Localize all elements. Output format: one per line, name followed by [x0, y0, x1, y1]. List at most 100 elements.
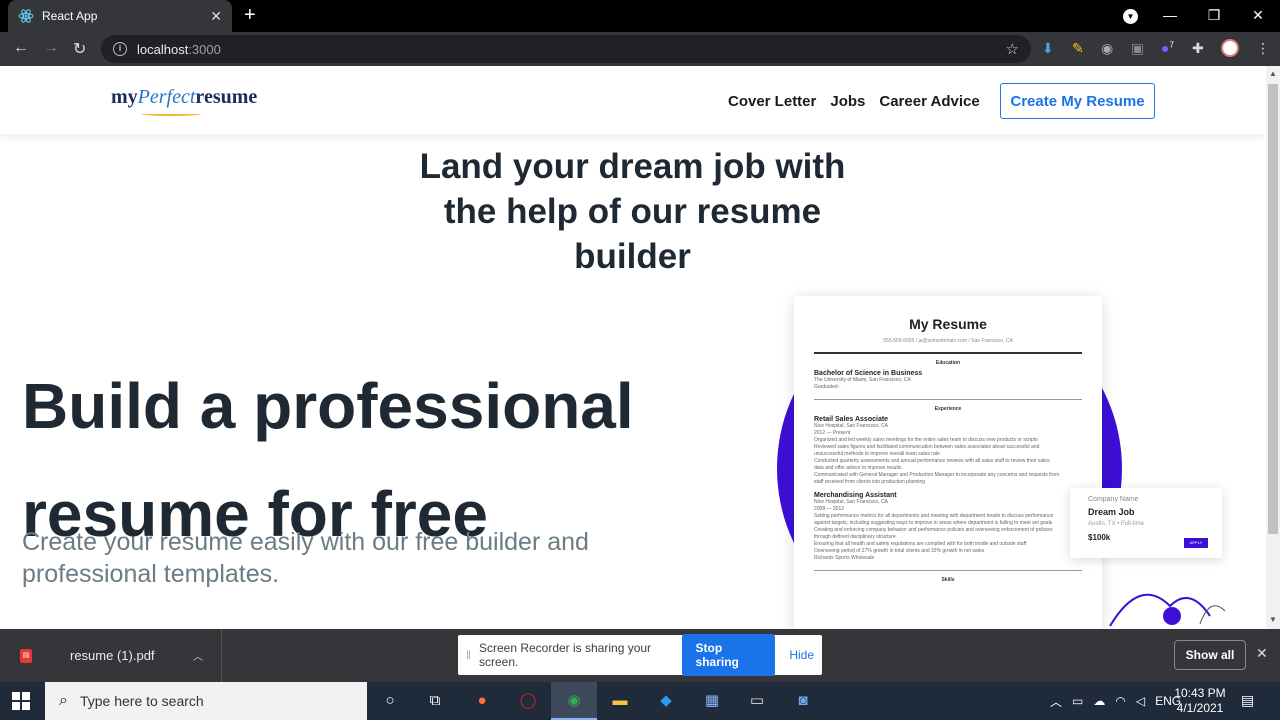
download-extension-icon[interactable]: ⬇	[1042, 40, 1054, 57]
hero-heading: Land your dream job with the help of our…	[419, 147, 846, 276]
degree: Bachelor of Science in Business	[814, 370, 923, 377]
main-nav: Cover Letter Jobs Career Advice	[728, 93, 980, 110]
bookmark-star-icon[interactable]: ☆	[1006, 40, 1019, 58]
browser-toolbar: ← → ↻ i localhost:3000 ☆	[0, 32, 1280, 66]
volume-icon[interactable]: ◁	[1136, 694, 1145, 708]
wifi-icon[interactable]: ◠	[1115, 694, 1125, 708]
job1-dates: 2012 — Present	[814, 430, 851, 436]
back-icon[interactable]: ←	[13, 39, 29, 57]
highlighter-extension-icon[interactable]: ✎	[1072, 40, 1084, 57]
logo-perfect: Perfect	[137, 86, 196, 108]
job2-line: Setting performance metrics for all depa…	[814, 513, 1054, 519]
vscode-icon[interactable]: ◆	[655, 690, 677, 712]
extension-badge: 7	[1169, 40, 1174, 50]
notifications-icon[interactable]: ▤	[1241, 692, 1254, 709]
minimize-icon[interactable]: —	[1148, 0, 1192, 32]
nav-career-advice[interactable]: Career Advice	[879, 93, 979, 110]
job1-line: unsuccessful methods to improve overall …	[814, 451, 940, 457]
job-title: Dream Job	[1088, 507, 1135, 517]
site-info-icon[interactable]: i	[113, 42, 127, 56]
camera-extension-icon[interactable]: ◉	[1101, 40, 1113, 57]
cloud-icon[interactable]: ☁	[1093, 694, 1105, 708]
graduated: Graduated -	[814, 384, 841, 390]
battery-icon[interactable]: ▭	[1072, 694, 1083, 708]
divider	[814, 399, 1082, 400]
react-icon	[18, 9, 34, 23]
screen-share-notice: ‖ Screen Recorder is sharing your screen…	[458, 634, 822, 676]
address-bar[interactable]: i localhost:3000 ☆	[101, 35, 1031, 63]
calculator-icon[interactable]: ▦	[701, 690, 723, 712]
job1-title: Retail Sales Associate	[814, 416, 889, 423]
nav-jobs[interactable]: Jobs	[830, 93, 865, 110]
site-header: myPerfectresume Cover Letter Jobs Career…	[0, 66, 1266, 134]
download-item[interactable]: ▤ resume (1).pdf ︿	[0, 629, 222, 682]
restore-icon[interactable]: ❐	[1192, 0, 1236, 32]
extensions-puzzle-icon[interactable]: ✚	[1192, 40, 1204, 57]
job2-line: Creating and enforcing company behavior …	[814, 527, 1053, 533]
create-resume-button[interactable]: Create My Resume	[1000, 83, 1155, 119]
divider	[814, 352, 1082, 354]
window-controls: — ❐ ✕	[1148, 0, 1280, 32]
site-logo[interactable]: myPerfectresume	[111, 86, 258, 116]
forward-icon[interactable]: →	[43, 39, 59, 57]
more-menu-icon[interactable]: ⋮	[1256, 40, 1270, 57]
job1-line: Communicated with General Manager and Pr…	[814, 472, 1060, 478]
tab-search-icon[interactable]: ▼	[1123, 9, 1138, 24]
close-window-icon[interactable]: ✕	[1236, 0, 1280, 32]
firefox-icon[interactable]: ●	[471, 690, 493, 712]
opera-icon[interactable]: ◯	[517, 690, 539, 712]
share-text: Screen Recorder is sharing your screen.	[478, 641, 652, 669]
job1-line: staff received from clients into product…	[814, 479, 926, 485]
logo-swoosh	[141, 112, 201, 116]
job2-line: Ensuring that all health and safety regu…	[814, 541, 1027, 547]
clock[interactable]: 10:43 PM 4/1/2021	[1170, 686, 1230, 716]
job2-dates: 2008 — 2012	[814, 506, 845, 512]
nav-cover-letter[interactable]: Cover Letter	[728, 93, 816, 110]
reload-icon[interactable]: ↻	[73, 39, 86, 59]
stop-sharing-button[interactable]: Stop sharing	[681, 634, 776, 676]
tab-strip: React App ✕ + ▼ — ❐ ✕	[0, 0, 1280, 32]
screen-recorder-extension-icon[interactable]: ●7	[1161, 40, 1174, 56]
high-five-illustration	[1109, 593, 1226, 627]
job2-line: against targets, including suggesting wa…	[814, 520, 1053, 526]
url-port: :3000	[188, 41, 221, 57]
job2-line: through defined disciplinary structure	[814, 534, 896, 540]
show-hidden-icons-icon[interactable]: ︿	[1050, 693, 1062, 710]
logo-resume: resume	[195, 86, 258, 108]
scrollbar-thumb[interactable]	[1268, 84, 1278, 534]
job-company: Company Name	[1088, 496, 1139, 503]
clock-date: 4/1/2021	[1176, 701, 1224, 715]
page-scrollbar[interactable]: ▲ ▼	[1266, 66, 1280, 629]
windows-start-icon[interactable]	[12, 692, 30, 710]
search-icon: ⌕	[59, 692, 68, 709]
job1-line: data and offer advice to improve results	[814, 465, 902, 471]
close-tab-icon[interactable]: ✕	[210, 8, 222, 25]
url-host: localhost	[137, 41, 189, 57]
task-view-icon[interactable]: ⧉	[424, 690, 446, 712]
terminal-icon[interactable]: ▭	[746, 690, 768, 712]
apply-button[interactable]: APPLY	[1184, 538, 1208, 548]
cortana-icon[interactable]: ○	[379, 690, 401, 712]
job1-line: Conducted quarterly assessments and annu…	[814, 458, 1050, 464]
job1-line: Organized and led weekly sales meetings …	[814, 437, 1038, 443]
chrome-icon[interactable]: ◉	[563, 690, 585, 712]
lock-extension-icon[interactable]: ▣	[1131, 40, 1144, 57]
show-all-button[interactable]: Show all	[1174, 640, 1246, 670]
new-tab-icon[interactable]: +	[244, 5, 256, 25]
education-label: Education	[935, 360, 961, 366]
taskbar-search[interactable]: ⌕ Type here to search	[45, 682, 367, 720]
profile-avatar[interactable]	[1221, 39, 1239, 57]
browser-tab[interactable]: React App ✕	[8, 0, 232, 32]
chevron-up-icon[interactable]: ︿	[193, 648, 203, 663]
job2-line: Richards Sports Wholesale	[814, 555, 875, 561]
scroll-down-icon[interactable]: ▼	[1269, 615, 1277, 624]
hide-button[interactable]: Hide	[789, 648, 814, 662]
drag-handle-icon[interactable]: ‖	[466, 648, 471, 662]
pdf-file-icon: ▤	[20, 648, 32, 663]
job-card: Company Name Dream Job Austin, TX • Full…	[1070, 488, 1222, 558]
scroll-up-icon[interactable]: ▲	[1269, 69, 1277, 78]
camera-app-icon[interactable]: ◙	[792, 690, 814, 712]
job2-company: Nice Hospital, San Francisco, CA	[814, 499, 888, 505]
file-explorer-icon[interactable]: ▬	[609, 690, 631, 712]
close-download-bar-icon[interactable]: ✕	[1256, 645, 1268, 662]
